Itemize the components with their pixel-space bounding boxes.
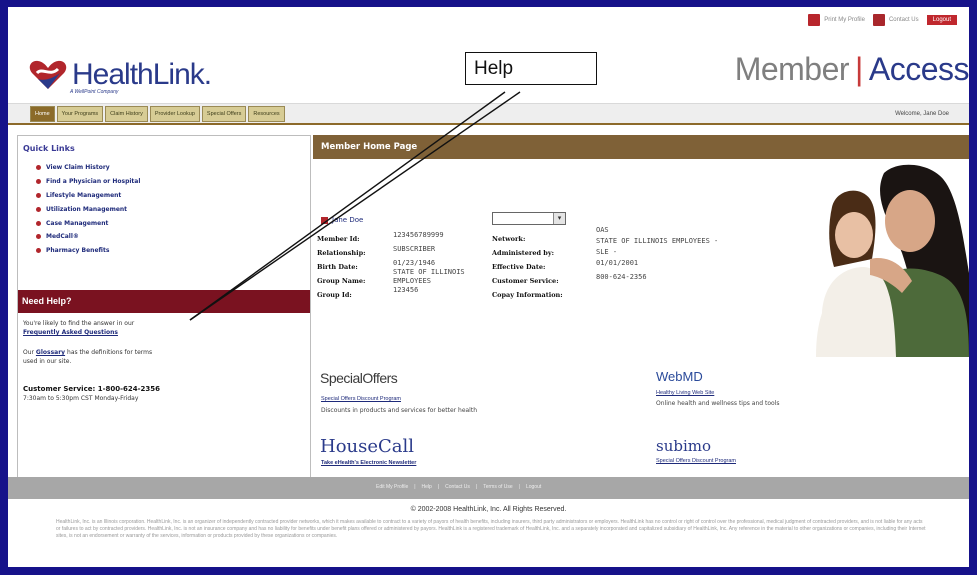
access-word: Access xyxy=(868,51,969,87)
logo-tagline: A WellPoint Company xyxy=(70,89,119,95)
group-name-value-1: STATE OF ILLINOIS xyxy=(393,268,465,276)
need-help-header: Need Help? xyxy=(18,290,310,313)
legal-disclaimer: HealthLink, Inc. is an Illinois corporat… xyxy=(56,519,926,539)
administered-by-value-1: STATE OF ILLINOIS EMPLOYEES - xyxy=(596,237,719,245)
label-copay-information: Copay Information: xyxy=(492,291,563,299)
tab-resources[interactable]: Resources xyxy=(248,106,285,122)
welcome-text: Welcome, Jane Doe xyxy=(895,111,949,117)
browser-page: Print My Profile Contact Us Logout Healt… xyxy=(8,7,969,567)
main-panel-header: Member Home Page xyxy=(313,135,969,159)
administered-by-value-2: SLE - xyxy=(596,248,618,256)
footer-bar: Edit My Profile | Help | Contact Us | Terms… xyxy=(8,477,969,499)
logout-button[interactable]: Logout xyxy=(926,15,957,25)
webmd-link[interactable]: Healthy Living Web Site xyxy=(656,390,714,396)
member-selector-name[interactable]: Jane Doe xyxy=(321,216,363,224)
member-photo xyxy=(814,163,969,357)
customer-service-value: 800-624-2356 xyxy=(596,273,647,281)
tab-home[interactable]: Home xyxy=(30,106,55,122)
label-member-id: Member Id: xyxy=(317,235,360,243)
special-offers-description: Discounts in products and services for b… xyxy=(321,407,478,414)
contact-us-link[interactable]: Contact Us xyxy=(872,14,919,26)
member-dropdown[interactable]: ▾ xyxy=(492,212,566,225)
housecall-logo[interactable]: HouseCall xyxy=(320,436,414,457)
birth-date-value: 01/23/1946 xyxy=(393,259,436,267)
tab-your-programs[interactable]: Your Programs xyxy=(56,106,104,122)
help-annotation-callout: Help xyxy=(465,52,597,85)
footer-link-contact-us[interactable]: Contact Us xyxy=(445,484,470,490)
special-offers-link[interactable]: Special Offers Discount Program xyxy=(321,396,401,402)
label-customer-service: Customer Service: xyxy=(492,277,559,285)
label-administered-by: Administered by: xyxy=(492,249,555,257)
quick-links-list: View Claim History Find a Physician or H… xyxy=(36,161,140,258)
printer-icon xyxy=(808,14,821,26)
member-icon xyxy=(321,216,328,224)
bullet-icon xyxy=(36,220,41,226)
quick-link-pharmacy[interactable]: Pharmacy Benefits xyxy=(36,244,140,258)
chevron-down-icon: ▾ xyxy=(553,213,565,224)
bullet-icon xyxy=(36,192,41,198)
footer-link-help[interactable]: Help xyxy=(422,484,432,490)
tab-claim-history[interactable]: Claim History xyxy=(105,106,148,122)
label-group-id: Group Id: xyxy=(317,291,352,299)
label-group-name: Group Name: xyxy=(317,277,366,285)
help-intro-text: You're likely to find the answer in our xyxy=(23,320,135,327)
faq-link[interactable]: Frequently Asked Questions xyxy=(23,329,118,337)
subimo-logo[interactable]: subimo xyxy=(656,437,711,455)
utility-bar: Print My Profile Contact Us Logout xyxy=(808,12,957,28)
label-relationship: Relationship: xyxy=(317,249,366,257)
tab-special-offers[interactable]: Special Offers xyxy=(201,106,247,122)
footer-link-terms[interactable]: Terms of Use xyxy=(483,484,512,490)
quick-link-find-physician[interactable]: Find a Physician or Hospital xyxy=(36,175,140,189)
bullet-icon xyxy=(36,206,41,212)
footer-link-logout[interactable]: Logout xyxy=(526,484,541,490)
group-id-value: 123456 xyxy=(393,286,419,294)
bullet-icon xyxy=(36,179,41,185)
title-separator: | xyxy=(855,51,863,87)
relationship-value: SUBSCRIBER xyxy=(393,245,436,253)
quick-links-title: Quick Links xyxy=(23,144,75,153)
quick-link-claim-history[interactable]: View Claim History xyxy=(36,161,140,175)
glossary-line-2: used in our site. xyxy=(23,358,72,365)
member-access-title: Member | Access xyxy=(735,51,969,88)
logo-wordmark: HealthLink. xyxy=(72,58,212,91)
housecall-link[interactable]: Take eHealth's Electronic Newsletter xyxy=(321,460,416,466)
member-word: Member xyxy=(734,51,850,87)
envelope-icon xyxy=(872,14,885,26)
quick-link-medcall[interactable]: MedCall® xyxy=(36,230,140,244)
customer-service-phone: Customer Service: 1-800-624-2356 xyxy=(23,385,161,393)
group-name-value-2: EMPLOYEES xyxy=(393,277,431,285)
footer-link-edit-profile[interactable]: Edit My Profile xyxy=(376,484,408,490)
bullet-icon xyxy=(36,165,41,171)
label-birth-date: Birth Date: xyxy=(317,263,358,271)
nav-tabs: Home Your Programs Claim History Provide… xyxy=(30,106,285,122)
glossary-line: Our Glossary has the definitions for ter… xyxy=(23,349,153,356)
healthlink-logo[interactable]: HealthLink. xyxy=(28,55,212,95)
label-effective-date: Effective Date: xyxy=(492,263,546,271)
bullet-icon xyxy=(36,248,41,254)
main-nav: Home Your Programs Claim History Provide… xyxy=(8,103,969,125)
copyright-text: © 2002-2008 HealthLink, Inc. All Rights … xyxy=(410,506,567,513)
bullet-icon xyxy=(36,234,41,240)
sidebar: Quick Links View Claim History Find a Ph… xyxy=(17,135,311,485)
subimo-link[interactable]: Special Offers Discount Program xyxy=(656,458,736,464)
customer-service-hours: 7:30am to 5:30pm CST Monday-Friday xyxy=(23,395,139,402)
tab-provider-lookup[interactable]: Provider Lookup xyxy=(149,106,200,122)
webmd-logo[interactable]: WebMD xyxy=(656,369,703,384)
heart-logo-icon xyxy=(29,60,67,89)
quick-link-utilization[interactable]: Utilization Management xyxy=(36,202,140,216)
quick-link-lifestyle[interactable]: Lifestyle Management xyxy=(36,189,140,203)
network-value: OAS xyxy=(596,226,609,234)
effective-date-value: 01/01/2001 xyxy=(596,259,639,267)
webmd-description: Online health and wellness tips and tool… xyxy=(656,400,780,407)
print-profile-link[interactable]: Print My Profile xyxy=(808,14,865,26)
quick-link-case-management[interactable]: Case Management xyxy=(36,216,140,230)
label-network: Network: xyxy=(492,235,526,243)
glossary-link[interactable]: Glossary xyxy=(36,349,65,356)
footer-links: Edit My Profile | Help | Contact Us | Terms… xyxy=(376,484,542,490)
member-id-value: 123456789999 xyxy=(393,231,444,239)
special-offers-logo[interactable]: SpecialOffers xyxy=(320,370,398,386)
